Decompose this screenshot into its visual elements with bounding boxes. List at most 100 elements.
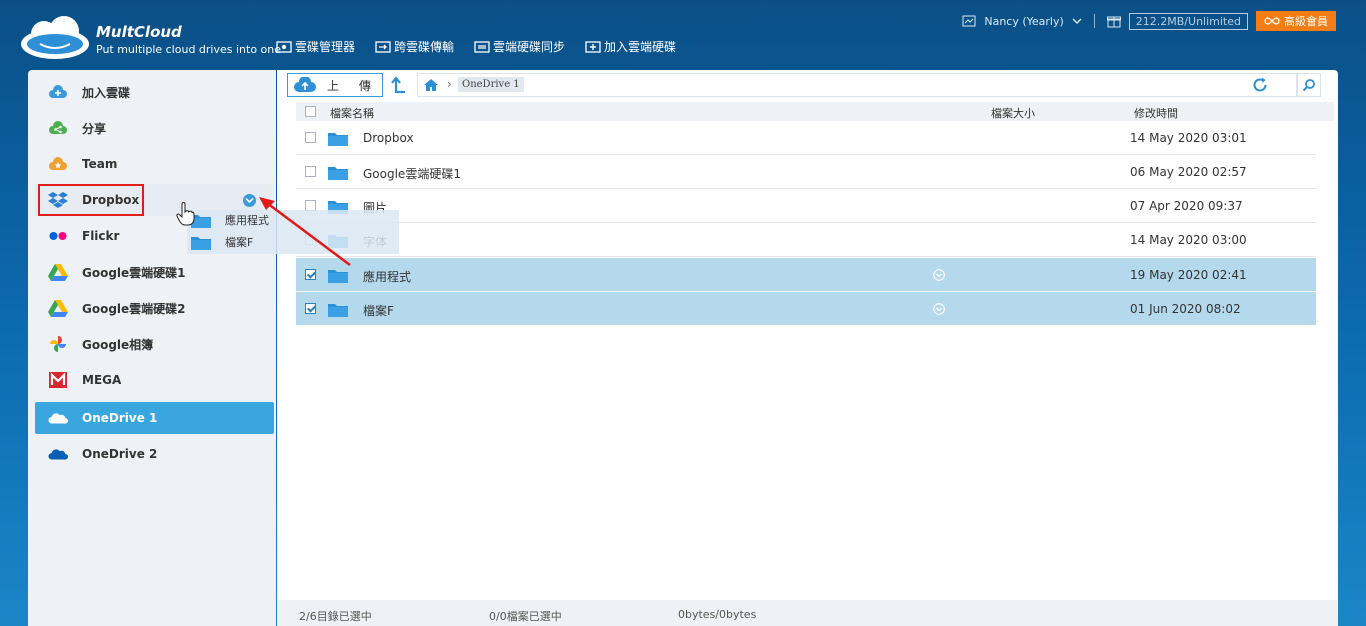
row-menu-chevron-icon[interactable] (933, 269, 945, 281)
cloud-transfer-icon (375, 40, 391, 53)
infinity-icon (1264, 17, 1280, 25)
google-drive-icon (48, 298, 68, 318)
cloud-manager-icon (276, 40, 292, 53)
file-name: Google雲端硬碟1 (363, 167, 461, 181)
row-menu-chevron-icon[interactable] (933, 303, 945, 315)
select-all-checkbox[interactable] (305, 106, 316, 117)
drag-item-label: 應用程式 (225, 214, 269, 227)
onedrive-icon (48, 444, 68, 464)
nav-label: 雲碟管理器 (295, 40, 356, 54)
toolbar: 上 傳 › OneDrive 1 (287, 73, 1327, 99)
gift-icon[interactable] (1106, 14, 1121, 28)
file-name: 應用程式 (363, 270, 412, 284)
sidebar-item-label: OneDrive 2 (82, 447, 158, 461)
file-name: Dropbox (363, 131, 414, 145)
file-row[interactable]: 圖片 07 Apr 2020 09:37 (296, 189, 1316, 223)
hand-cursor-icon (176, 202, 195, 226)
file-modified: 07 Apr 2020 09:37 (1130, 199, 1243, 213)
user-name[interactable]: Nancy (Yearly) (984, 15, 1063, 28)
nav-label: 跨雲碟傳輸 (394, 40, 455, 54)
folder-icon (191, 236, 211, 250)
sidebar-item-share[interactable]: 分享 (35, 112, 274, 144)
status-files: 0/0檔案已選中 (489, 610, 562, 623)
dropbox-highlight-box (38, 184, 144, 216)
file-modified: 06 May 2020 02:57 (1130, 165, 1247, 179)
breadcrumb-separator-icon: › (447, 77, 452, 91)
sidebar-item-label: Team (82, 157, 118, 171)
dropbox-menu-chevron-icon[interactable] (243, 194, 256, 207)
upload-label: 上 傳 (327, 78, 379, 93)
file-row[interactable]: 應用程式 19 May 2020 02:41 (296, 258, 1316, 292)
status-bytes: 0bytes/0bytes (678, 608, 757, 621)
sidebar-item-label: MEGA (82, 373, 122, 387)
file-panel: 上 傳 › OneDrive 1 檔案名稱 檔案大小 修改時間 Dropbox … (277, 70, 1338, 626)
mega-icon (48, 370, 68, 390)
row-checkbox[interactable] (305, 269, 316, 280)
search-button[interactable] (1297, 73, 1321, 97)
file-row[interactable]: 檔案F 01 Jun 2020 08:02 (296, 292, 1316, 326)
file-modified: 19 May 2020 02:41 (1130, 268, 1247, 282)
multcloud-logo-icon (21, 16, 89, 59)
path-bar: › OneDrive 1 (417, 73, 1297, 97)
column-size[interactable]: 檔案大小 (991, 105, 1035, 121)
premium-button[interactable]: 高級會員 (1256, 11, 1336, 31)
breadcrumb-onedrive-1[interactable]: OneDrive 1 (458, 77, 524, 92)
sidebar-item-mega[interactable]: MEGA (35, 364, 274, 396)
team-icon (48, 154, 68, 174)
premium-label: 高級會員 (1284, 15, 1328, 28)
sidebar-item-google-drive-2[interactable]: Google雲端硬碟2 (35, 292, 274, 324)
upload-button[interactable]: 上 傳 (287, 73, 383, 97)
share-icon (48, 118, 68, 138)
add-cloud-icon (48, 82, 68, 102)
file-modified: 14 May 2020 03:01 (1130, 131, 1247, 145)
folder-icon (328, 270, 348, 283)
home-icon[interactable] (423, 78, 439, 92)
nav-add-cloud[interactable]: 加入雲端硬碟 (585, 38, 676, 55)
file-row[interactable]: 字体 14 May 2020 03:00 (296, 223, 1316, 257)
sidebar-item-add-cloud[interactable]: 加入雲碟 (35, 76, 274, 108)
top-navigation: 雲碟管理器 跨雲碟傳輸 雲端硬碟同步 加入雲端硬碟 (276, 38, 676, 55)
row-checkbox[interactable] (305, 303, 316, 314)
sidebar-item-google-photos[interactable]: Google相簿 (35, 328, 274, 360)
refresh-icon[interactable] (1251, 76, 1269, 94)
file-row[interactable]: Dropbox 14 May 2020 03:01 (296, 121, 1316, 155)
user-area: Nancy (Yearly) 212.2MB/Unlimited 高級會員 (962, 11, 1336, 31)
chevron-down-icon[interactable] (1072, 17, 1082, 25)
sidebar-item-label: Google雲端硬碟2 (82, 301, 186, 316)
upload-cloud-icon (294, 77, 316, 92)
divider (1093, 14, 1095, 28)
nav-label: 雲端硬碟同步 (493, 40, 566, 54)
drag-item-label: 檔案F (225, 236, 254, 249)
file-modified: 01 Jun 2020 08:02 (1130, 302, 1241, 316)
row-checkbox[interactable] (305, 166, 316, 177)
nav-cloud-manager[interactable]: 雲碟管理器 (276, 38, 355, 55)
sidebar-item-label: OneDrive 1 (82, 411, 158, 425)
status-folders: 2/6目錄已選中 (299, 610, 372, 623)
sidebar-item-onedrive-2[interactable]: OneDrive 2 (35, 438, 274, 470)
file-row[interactable]: Google雲端硬碟1 06 May 2020 02:57 (296, 155, 1316, 189)
brand-tagline: Put multiple cloud drives into one (96, 43, 282, 56)
search-icon (1302, 79, 1315, 92)
nav-cloud-transfer[interactable]: 跨雲碟傳輸 (375, 38, 454, 55)
column-name[interactable]: 檔案名稱 (330, 105, 374, 121)
drag-item: 檔案F (191, 232, 253, 252)
sidebar-item-team[interactable]: Team (35, 148, 274, 180)
sidebar-item-onedrive-1[interactable]: OneDrive 1 (35, 402, 274, 434)
sidebar-item-google-drive-1[interactable]: Google雲端硬碟1 (35, 256, 274, 288)
row-checkbox[interactable] (305, 132, 316, 143)
nav-label: 加入雲端硬碟 (604, 40, 677, 54)
sidebar-item-label: Google相簿 (82, 337, 154, 352)
nav-cloud-sync[interactable]: 雲端硬碟同步 (474, 38, 565, 55)
dashboard-icon (962, 15, 976, 27)
sidebar-item-label: 分享 (82, 121, 107, 136)
flickr-icon (48, 226, 68, 246)
sidebar-item-label: Google雲端硬碟1 (82, 265, 186, 280)
sidebar: 加入雲碟 分享 Team Dropbox Flickr Google雲端硬碟1 … (28, 70, 276, 626)
folder-icon (328, 304, 348, 317)
up-directory-icon[interactable] (391, 76, 407, 94)
google-photos-icon (48, 334, 68, 354)
column-modified[interactable]: 修改時間 (1134, 105, 1178, 121)
folder-icon (328, 167, 348, 180)
sidebar-item-label: Flickr (82, 229, 120, 243)
drag-item: 應用程式 (191, 210, 269, 230)
